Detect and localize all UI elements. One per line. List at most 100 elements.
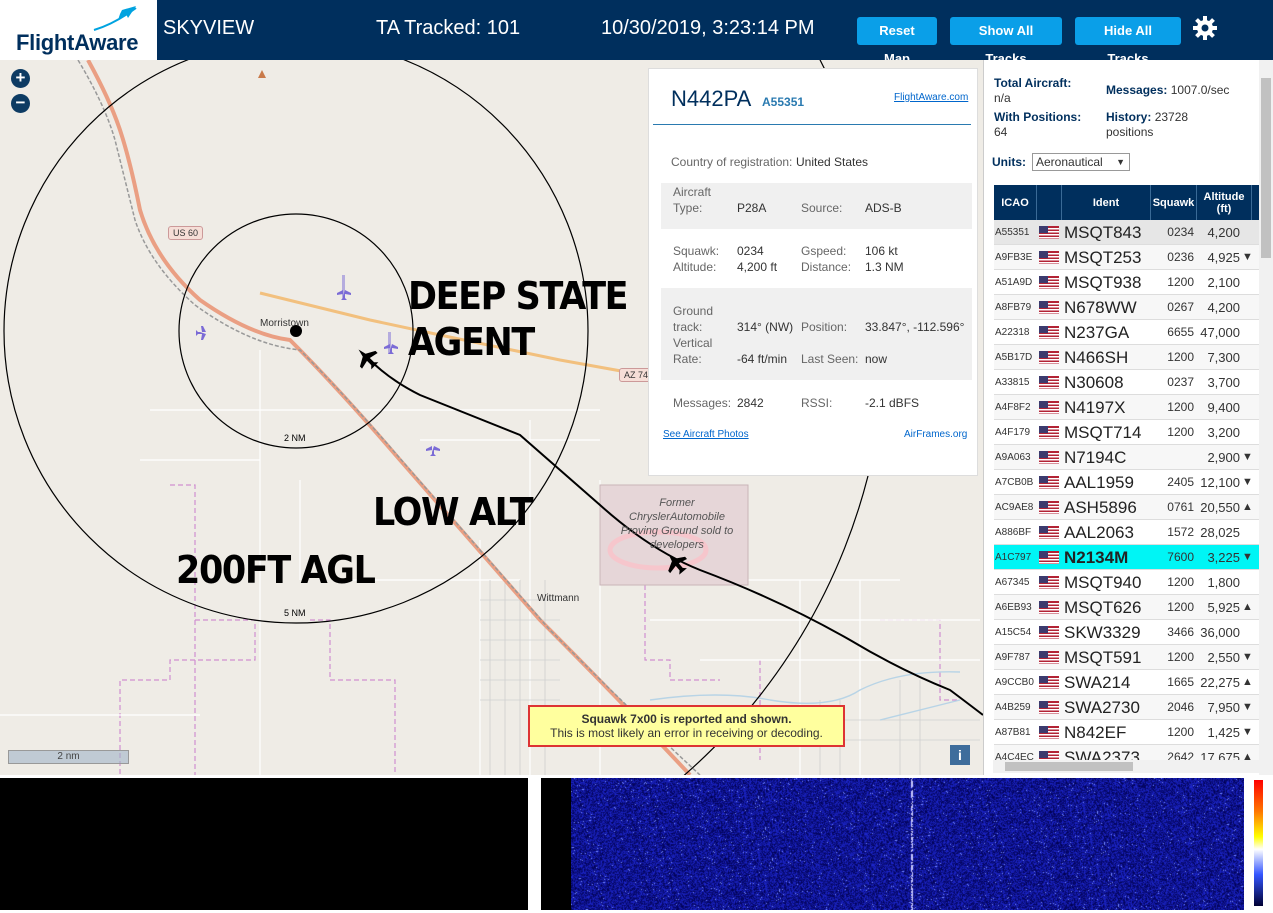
- table-row[interactable]: A22318 N237GA 6655 47,000: [994, 320, 1260, 345]
- table-row[interactable]: A9FB3E MSQT253 0236 4,925 ▼: [994, 245, 1260, 270]
- row-squawk: 6655: [1167, 325, 1194, 339]
- messages-value: 2842: [737, 396, 764, 410]
- table-row[interactable]: A1C797 N2134M 7600 3,225 ▼: [994, 545, 1260, 570]
- airframes-link[interactable]: AirFrames.org: [904, 429, 967, 440]
- table-row[interactable]: A4B259 SWA2730 2046 7,950 ▼: [994, 695, 1260, 720]
- us-flag-icon: [1039, 651, 1059, 664]
- col-squawk[interactable]: Squawk: [1151, 185, 1197, 220]
- row-altitude: 3,225: [1207, 550, 1240, 565]
- col-altitude[interactable]: Altitude (ft): [1197, 185, 1252, 220]
- ring-label-5nm: 5 NM: [284, 608, 306, 618]
- sidebar-vertical-scrollbar[interactable]: [1259, 60, 1273, 775]
- row-squawk: 0267: [1167, 300, 1194, 314]
- annotation-deep-state-line1: DEEP STATE: [408, 274, 629, 318]
- row-altitude-trend-icon: ▼: [1242, 476, 1253, 488]
- country-value: United States: [796, 155, 869, 169]
- table-row[interactable]: A9CCB0 SWA214 1665 22,275 ▲: [994, 670, 1260, 695]
- scrollbar-thumb[interactable]: [1005, 762, 1133, 771]
- aircraft-photos-link[interactable]: See Aircraft Photos: [663, 429, 749, 440]
- last-seen-value: now: [865, 352, 888, 366]
- altitude-label: Altitude:: [673, 260, 717, 274]
- table-row[interactable]: A9F787 MSQT591 1200 2,550 ▼: [994, 645, 1260, 670]
- history-stat: History: 23728 positions: [1106, 110, 1188, 140]
- row-altitude-trend-icon: ▼: [1242, 651, 1253, 663]
- total-aircraft: Total Aircraft: n/a: [994, 76, 1071, 106]
- row-squawk: 7600: [1167, 550, 1194, 564]
- app-title: SKYVIEW: [163, 17, 255, 39]
- table-row[interactable]: A8FB79 N678WW 0267 4,200: [994, 295, 1260, 320]
- show-all-tracks-button[interactable]: Show All Tracks: [950, 17, 1062, 66]
- row-ident: N842EF: [1064, 723, 1127, 742]
- row-altitude: 9,400: [1207, 400, 1240, 415]
- table-row[interactable]: A33815 N30608 0237 3,700: [994, 370, 1260, 395]
- sidebar-horizontal-scrollbar[interactable]: [993, 760, 1259, 773]
- row-altitude-trend-icon: ▲: [1242, 676, 1253, 688]
- ground-track-value: 314° (NW): [737, 320, 794, 334]
- table-row[interactable]: A4F8F2 N4197X 1200 9,400: [994, 395, 1260, 420]
- us-flag-icon: [1039, 276, 1059, 289]
- zoom-out-button[interactable]: −: [11, 94, 30, 113]
- row-ident: MSQT591: [1064, 648, 1142, 667]
- table-row[interactable]: A15C54 SKW3329 3466 36,000: [994, 620, 1260, 645]
- units-value: Aeronautical: [1036, 155, 1103, 169]
- rssi-label: RSSI:: [801, 396, 833, 410]
- us-flag-icon: [1039, 526, 1059, 539]
- info-button[interactable]: i: [950, 745, 970, 765]
- table-row[interactable]: A87B81 N842EF 1200 1,425 ▼: [994, 720, 1260, 745]
- country-label: Country of registration:: [671, 155, 793, 169]
- row-squawk: 0761: [1167, 500, 1194, 514]
- row-icao: A4F179: [995, 427, 1031, 438]
- vertical-rate-label-2: Rate:: [673, 352, 702, 366]
- top-header: FlightAware SKYVIEW TA Tracked: 101 10/3…: [0, 0, 1273, 66]
- table-row[interactable]: A9A063 N7194C 2,900 ▼: [994, 445, 1260, 470]
- row-squawk: [1154, 445, 1194, 470]
- row-ident: MSQT938: [1064, 273, 1142, 292]
- col-icao[interactable]: ICAO: [994, 185, 1037, 220]
- flightaware-logo[interactable]: FlightAware: [0, 0, 157, 60]
- logo-text: FlightAware: [16, 30, 139, 55]
- row-icao: A33815: [995, 377, 1030, 388]
- vertical-rate-label-1: Vertical: [673, 336, 713, 350]
- table-row[interactable]: A67345 MSQT940 1200 1,800: [994, 570, 1260, 595]
- messages-stat-value: 1007.0/sec: [1170, 83, 1230, 97]
- row-ident: MSQT940: [1064, 573, 1142, 592]
- row-icao: A51A9D: [995, 277, 1033, 288]
- units-select[interactable]: Aeronautical ▼: [1032, 153, 1130, 171]
- scrollbar-thumb[interactable]: [1261, 78, 1271, 258]
- row-icao: A1C797: [995, 552, 1032, 563]
- table-row[interactable]: AC9AE8 ASH5896 0761 20,550 ▲: [994, 495, 1260, 520]
- us-flag-icon: [1039, 601, 1059, 614]
- row-ident: N678WW: [1064, 298, 1137, 317]
- ground-track-label-1: Ground: [673, 304, 714, 318]
- selected-registration: N442PA: [671, 86, 752, 111]
- altitude-value: 4,200 ft: [737, 260, 778, 274]
- place-wittmann: Wittmann: [537, 593, 580, 604]
- reset-map-button[interactable]: Reset Map: [857, 17, 937, 66]
- aircraft-type-label-1: Aircraft: [673, 185, 712, 199]
- col-ident[interactable]: Ident: [1062, 185, 1151, 220]
- row-ident: MSQT626: [1064, 598, 1142, 617]
- row-squawk: 0234: [1167, 225, 1194, 239]
- with-positions-value: 64: [994, 125, 1008, 139]
- table-row[interactable]: A886BF AAL2063 1572 28,025: [994, 520, 1260, 545]
- table-row[interactable]: A55351 MSQT843 0234 4,200: [994, 220, 1260, 245]
- row-altitude: 20,550: [1200, 500, 1240, 515]
- row-altitude-trend-icon: ▼: [1242, 551, 1253, 563]
- hide-all-tracks-button[interactable]: Hide All Tracks: [1075, 17, 1181, 66]
- row-altitude: 7,950: [1207, 700, 1240, 715]
- table-row[interactable]: A5B17D N466SH 1200 7,300: [994, 345, 1260, 370]
- table-row[interactable]: A6EB93 MSQT626 1200 5,925 ▲: [994, 595, 1260, 620]
- table-row[interactable]: A51A9D MSQT938 1200 2,100: [994, 270, 1260, 295]
- scale-bar: 2 nm: [8, 750, 129, 764]
- col-flag[interactable]: [1037, 185, 1062, 220]
- row-icao: A6EB93: [995, 602, 1032, 613]
- row-icao: AC9AE8: [995, 502, 1034, 513]
- zoom-in-button[interactable]: +: [11, 69, 30, 88]
- row-altitude-trend-icon: ▼: [1242, 251, 1253, 263]
- flightaware-link[interactable]: FlightAware.com: [894, 92, 968, 103]
- table-row[interactable]: A4F179 MSQT714 1200 3,200: [994, 420, 1260, 445]
- table-row[interactable]: A7CB0B AAL1959 2405 12,100 ▼: [994, 470, 1260, 495]
- gear-icon[interactable]: [1192, 15, 1218, 41]
- rssi-value: -2.1 dBFS: [865, 396, 920, 410]
- row-altitude: 12,100: [1200, 475, 1240, 490]
